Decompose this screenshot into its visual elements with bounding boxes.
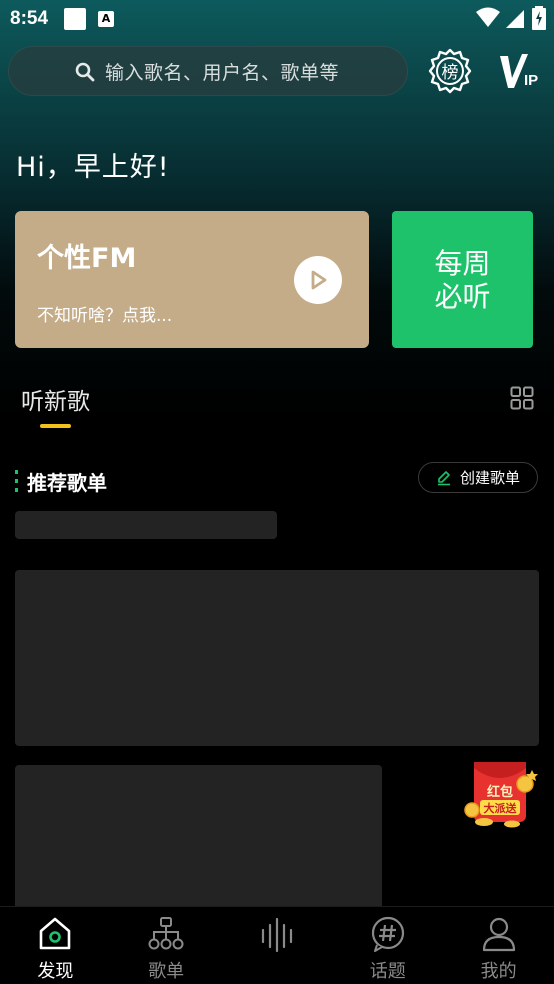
search-bar[interactable]: 输入歌名、用户名、歌单等: [8, 46, 408, 96]
nav-player[interactable]: [222, 907, 333, 984]
signal-icon: [506, 10, 524, 28]
nav-mine-label: 我的: [480, 961, 517, 982]
notification-icon: [64, 8, 87, 30]
status-time: 8:54: [10, 8, 49, 29]
loading-placeholder-title: [15, 511, 277, 539]
profile-icon: [482, 917, 515, 952]
weekly-line-1: 每周: [434, 246, 491, 280]
home-icon: [40, 917, 71, 950]
vip-icon[interactable]: IP: [498, 52, 540, 90]
loading-placeholder-card: [15, 765, 382, 910]
soundwave-icon: [261, 917, 293, 953]
create-playlist-label: 创建歌单: [459, 469, 520, 487]
weekly-line-2: 必听: [434, 279, 491, 313]
red-packet-line-2: 大派送: [484, 801, 518, 815]
fm-subtitle: 不知听啥？点我...: [37, 306, 173, 326]
status-icons: [476, 6, 546, 30]
grid-view-icon[interactable]: [510, 386, 534, 410]
svg-text:榜: 榜: [442, 63, 459, 83]
status-bar: 8:54 A: [0, 0, 554, 38]
loading-placeholder-banner: [15, 570, 539, 746]
nav-discover[interactable]: 发现: [0, 907, 111, 984]
fm-play-button[interactable]: [294, 256, 342, 304]
wifi-icon: [476, 7, 500, 27]
playlist-tree-icon: [148, 917, 184, 950]
red-packet-promo-icon[interactable]: 红包 大派送: [462, 758, 542, 830]
nav-topics[interactable]: 话题: [332, 907, 443, 984]
hashtag-icon: [371, 916, 404, 952]
pencil-icon: [437, 470, 450, 485]
red-packet-line-1: 红包: [487, 784, 513, 800]
section-title: 推荐歌单: [27, 471, 107, 495]
play-icon: [311, 270, 327, 290]
fm-title: 个性FM: [37, 243, 137, 274]
search-icon: [75, 62, 95, 82]
tab-active-indicator: [40, 424, 71, 428]
bottom-navigation: 发现 歌单 话题 我的: [0, 906, 554, 984]
nav-topics-label: 话题: [369, 961, 406, 982]
nav-discover-label: 发现: [37, 961, 74, 982]
rank-badge-icon[interactable]: 榜: [428, 48, 472, 94]
app-notification-icon: A: [98, 11, 115, 27]
create-playlist-button[interactable]: 创建歌单: [418, 462, 538, 493]
nav-playlists[interactable]: 歌单: [111, 907, 222, 984]
personal-fm-card[interactable]: 个性FM 不知听啥？点我...: [15, 211, 369, 348]
weekly-must-listen-card[interactable]: 每周 必听: [392, 211, 533, 348]
greeting-text: Hi，早上好!: [16, 152, 170, 183]
svg-text:IP: IP: [524, 72, 538, 89]
nav-playlists-label: 歌单: [148, 961, 185, 982]
battery-charging-icon: [532, 6, 546, 30]
tab-new-songs[interactable]: 听新歌: [21, 382, 90, 416]
search-placeholder: 输入歌名、用户名、歌单等: [105, 61, 340, 84]
nav-mine[interactable]: 我的: [443, 907, 554, 984]
section-marker-icon: [15, 470, 18, 492]
